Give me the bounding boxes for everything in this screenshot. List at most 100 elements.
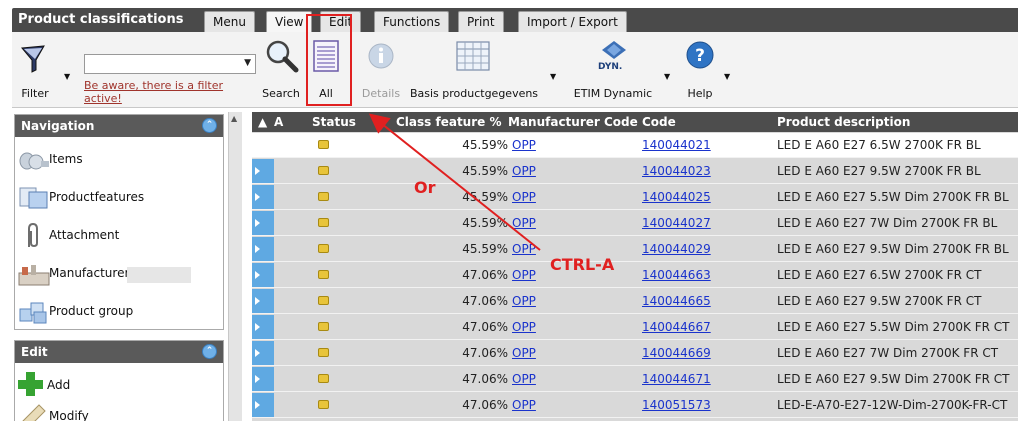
grid-header: ▲ A Status Class feature % Manufacturer … <box>252 112 1018 132</box>
cell-description: LED E A60 E27 6.5W 2700K FR CT <box>777 268 982 282</box>
table-row[interactable]: 45.59% OPP 140044021 LED E A60 E27 6.5W 270… <box>252 133 1018 158</box>
row-selector-icon[interactable] <box>252 211 274 235</box>
column-product-description[interactable]: Product description <box>777 115 910 129</box>
column-manufacturer-code[interactable]: Manufacturer Code <box>508 115 638 129</box>
sidebar-item-manufacturer[interactable]: Manufacturer <box>15 257 223 291</box>
row-selector-icon[interactable] <box>252 315 274 339</box>
cell-description: LED E A60 E27 7W Dim 2700K FR CT <box>777 346 999 360</box>
details-button[interactable]: Details <box>360 36 402 104</box>
cell-manufacturer-link[interactable]: OPP <box>512 138 536 152</box>
sidebar-scrollbar[interactable]: ▲ <box>228 112 242 421</box>
cell-description: LED E A60 E27 6.5W 2700K FR BL <box>777 138 981 152</box>
table-row[interactable]: 47.06% OPP 140051573 LED-E-A70-E27-12W-Dim-… <box>252 393 1018 418</box>
tab-menu[interactable]: Menu <box>204 11 255 32</box>
table-row[interactable]: 47.06% OPP 140044663 LED E A60 E27 6.5W 270… <box>252 263 1018 288</box>
cell-manufacturer-link[interactable]: OPP <box>512 346 536 360</box>
help-label: Help <box>687 87 713 100</box>
cell-description: LED E A60 E27 7W Dim 2700K FR BL <box>777 216 998 230</box>
help-icon: ? <box>686 41 714 69</box>
filter-dropdown-arrow-icon[interactable]: ▼ <box>64 72 70 81</box>
row-selector-icon[interactable] <box>252 159 274 183</box>
cell-manufacturer-link[interactable]: OPP <box>512 268 536 282</box>
product-grid: ▲ A Status Class feature % Manufacturer … <box>252 112 1018 421</box>
row-selector-icon[interactable] <box>252 185 274 209</box>
cell-manufacturer-link[interactable]: OPP <box>512 242 536 256</box>
paperclip-icon <box>28 223 38 248</box>
cell-manufacturer-link[interactable]: OPP <box>512 372 536 386</box>
collapse-up-icon[interactable]: ⌃ <box>202 344 217 359</box>
row-selector-icon[interactable] <box>252 289 274 313</box>
cell-code-link[interactable]: 140051573 <box>642 398 711 412</box>
sidebar-item-attachment[interactable]: Attachment <box>15 219 223 253</box>
collapse-up-icon[interactable]: ⌃ <box>202 118 217 133</box>
cell-code-link[interactable]: 140044665 <box>642 294 711 308</box>
manufacturer-icon <box>18 265 50 286</box>
add-button[interactable]: Add <box>15 369 223 403</box>
table-row[interactable]: 45.59% OPP 140044025 LED E A60 E27 5.5W Dim… <box>252 185 1018 210</box>
cell-description: LED E A60 E27 5.5W Dim 2700K FR BL <box>777 190 1009 204</box>
cell-code-link[interactable]: 140044663 <box>642 268 711 282</box>
status-icon <box>318 192 329 201</box>
tab-functions[interactable]: Functions <box>374 11 450 32</box>
cell-code-link[interactable]: 140044669 <box>642 346 711 360</box>
title-tab-bar: Product classifications Menu View Edit F… <box>12 8 1018 32</box>
help-dropdown-arrow-icon[interactable]: ▼ <box>724 72 730 81</box>
cell-code-link[interactable]: 140044025 <box>642 190 711 204</box>
cell-manufacturer-link[interactable]: OPP <box>512 294 536 308</box>
table-row[interactable]: 47.06% OPP 140044671 LED E A60 E27 9.5W Dim… <box>252 367 1018 392</box>
row-selector-icon[interactable] <box>252 367 274 391</box>
cell-manufacturer-link[interactable]: OPP <box>512 398 536 412</box>
etim-logo-icon <box>602 41 626 59</box>
cell-code-link[interactable]: 140044667 <box>642 320 711 334</box>
cell-class-feature: 47.06% <box>462 372 508 386</box>
cell-manufacturer-link[interactable]: OPP <box>512 320 536 334</box>
chevron-down-icon: ▼ <box>244 58 251 68</box>
filter-select[interactable]: ▼ <box>84 54 256 74</box>
help-button[interactable]: ? Help <box>680 36 720 104</box>
tab-print[interactable]: Print <box>458 11 504 32</box>
row-selector-icon[interactable] <box>252 263 274 287</box>
column-status[interactable]: Status <box>312 115 356 129</box>
table-row[interactable]: 45.59% OPP 140044027 LED E A60 E27 7W Dim 2… <box>252 211 1018 236</box>
navigation-panel: Navigation ⌃ Items Productfeatures Attac… <box>14 114 224 330</box>
cell-manufacturer-link[interactable]: OPP <box>512 190 536 204</box>
filter-button[interactable]: Filter <box>16 36 54 104</box>
cell-manufacturer-link[interactable]: OPP <box>512 164 536 178</box>
basis-productgegevens-button[interactable]: Basis productgegevens <box>404 36 544 104</box>
table-row[interactable]: 47.06% OPP 140044667 LED E A60 E27 5.5W Dim… <box>252 315 1018 340</box>
sort-ascending-icon[interactable]: ▲ <box>258 115 267 129</box>
row-selector-icon[interactable] <box>252 393 274 417</box>
modify-button[interactable]: Modify <box>15 403 223 421</box>
search-button[interactable]: Search <box>258 36 304 104</box>
sidebar-item-label: Productfeatures <box>49 190 145 204</box>
cell-code-link[interactable]: 140044023 <box>642 164 711 178</box>
row-selector-icon[interactable] <box>252 237 274 261</box>
navigation-header: Navigation ⌃ <box>15 115 223 137</box>
pencil-icon <box>22 404 46 421</box>
basis-dropdown-arrow-icon[interactable]: ▼ <box>550 72 556 81</box>
column-code[interactable]: Code <box>642 115 676 129</box>
etim-dropdown-arrow-icon[interactable]: ▼ <box>664 72 670 81</box>
table-row[interactable]: 45.59% OPP 140044023 LED E A60 E27 9.5W 270… <box>252 159 1018 184</box>
cell-code-link[interactable]: 140044029 <box>642 242 711 256</box>
cell-code-link[interactable]: 140044021 <box>642 138 711 152</box>
cell-code-link[interactable]: 140044027 <box>642 216 711 230</box>
cell-code-link[interactable]: 140044671 <box>642 372 711 386</box>
sidebar-item-product-group[interactable]: Product group <box>15 295 223 329</box>
table-row[interactable]: 45.59% OPP 140044029 LED E A60 E27 9.5W Dim… <box>252 237 1018 262</box>
sort-column-a[interactable]: A <box>274 115 283 129</box>
etim-dynamic-button[interactable]: DYN. ETIM Dynamic <box>568 36 658 104</box>
sidebar-item-items[interactable]: Items <box>15 143 223 177</box>
scroll-up-icon[interactable]: ▲ <box>231 114 237 123</box>
table-row[interactable]: 47.06% OPP 140044665 LED E A60 E27 9.5W 270… <box>252 289 1018 314</box>
sidebar-item-productfeatures[interactable]: Productfeatures <box>15 181 223 215</box>
tab-import-export[interactable]: Import / Export <box>518 11 627 32</box>
tab-label: Print <box>467 15 495 29</box>
cell-manufacturer-link[interactable]: OPP <box>512 216 536 230</box>
cell-class-feature: 47.06% <box>462 346 508 360</box>
table-row[interactable]: 47.06% OPP 140044669 LED E A60 E27 7W Dim 2… <box>252 341 1018 366</box>
row-selector-icon[interactable] <box>252 341 274 365</box>
edit-header: Edit ⌃ <box>15 341 223 363</box>
filter-warning-link[interactable]: Be aware, there is a filter active! <box>84 79 254 105</box>
column-class-feature[interactable]: Class feature % <box>396 115 501 129</box>
